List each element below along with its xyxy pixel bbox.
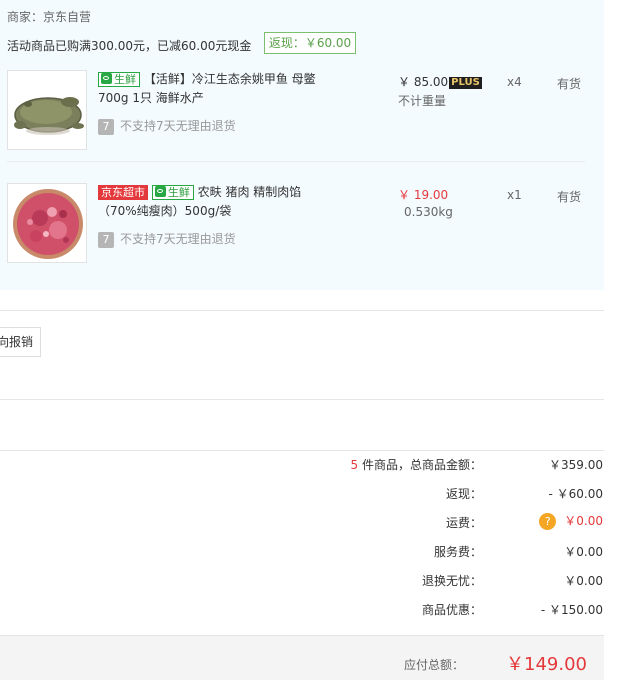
fish-icon <box>101 73 112 84</box>
stock-status: 有货 <box>557 77 582 91</box>
fresh-tag: 生鲜 <box>98 72 140 87</box>
item-title[interactable]: 生鲜 【活鲜】冷江生态余姚甲鱼 母鳖700g 1只 海鲜水产 <box>98 70 333 108</box>
no-7day-return-icon: 7 <box>98 231 114 248</box>
shipping-label: 运费： <box>445 516 482 530</box>
discount-label: 商品优惠： <box>421 603 482 617</box>
plus-badge: PLUS <box>449 77 482 89</box>
soft-shell-turtle-image[interactable] <box>7 70 87 150</box>
stock-status: 有货 <box>557 190 582 204</box>
shipping-value: ? ￥0.00 <box>539 512 603 530</box>
item-count-label: 5 件商品，总商品金额： <box>351 456 482 473</box>
minced-pork-image[interactable] <box>7 183 87 263</box>
item-count-suffix: 件商品，总商品金额： <box>358 458 482 472</box>
return-policy-text: 不支持7天无理由退货 <box>120 232 236 246</box>
item-price-value: ￥ 85.00 <box>398 75 449 89</box>
no-7day-return-icon: 7 <box>98 118 114 135</box>
order-items-panel: 商家：京东自营 活动商品已购满300.00元，已减60.00元现金 返现：￥60… <box>0 0 604 290</box>
cashback-badge: 返现：￥60.00 <box>264 32 356 54</box>
order-item: 京东超市 生鲜 农畉 猪肉 精制肉馅（70%纯瘦肉）500g/袋 7 不支持7天无… <box>0 183 604 293</box>
weight-note: 不计重量 <box>398 94 447 108</box>
promo-text: 活动商品已购满300.00元，已减60.00元现金 <box>7 39 252 53</box>
item-title[interactable]: 京东超市 生鲜 农畉 猪肉 精制肉馅（70%纯瘦肉）500g/袋 <box>98 183 333 221</box>
weight-value: 0.530kg <box>404 205 453 219</box>
service-fee-value: ￥0.00 <box>564 545 603 559</box>
payable-footer: 应付总额： ￥149.00 <box>0 635 604 680</box>
total-amount: ￥359.00 <box>549 458 603 472</box>
return-policy: 7 不支持7天无理由退货 <box>98 117 236 135</box>
order-item: 生鲜 【活鲜】冷江生态余姚甲鱼 母鳖700g 1只 海鲜水产 7 不支持7天无理由… <box>0 70 604 180</box>
turtle-illustration <box>8 71 86 149</box>
item-quantity: x1 <box>507 188 522 202</box>
return-insurance-value: ￥0.00 <box>564 574 603 588</box>
help-icon[interactable]: ? <box>539 513 557 530</box>
fish-icon <box>154 186 166 197</box>
cashback-value: - ￥60.00 <box>548 487 604 501</box>
item-price: ￥ 19.00 <box>398 188 449 202</box>
discount-value: - ￥150.00 <box>540 603 603 617</box>
payable-label: 应付总额： <box>403 658 464 672</box>
section-divider <box>0 450 604 451</box>
fresh-tag: 生鲜 <box>151 185 194 200</box>
jd-supermarket-tag: 京东超市 <box>98 185 148 200</box>
minced-pork-illustration <box>8 184 86 262</box>
service-fee-label: 服务费： <box>433 545 482 559</box>
item-divider <box>7 161 585 162</box>
return-policy: 7 不支持7天无理由退货 <box>98 230 236 248</box>
merchant-label: 商家：京东自营 <box>7 10 92 24</box>
section-divider <box>0 399 604 400</box>
return-policy-text: 不支持7天无理由退货 <box>120 119 236 133</box>
item-price: ￥ 85.00 PLUS <box>398 73 482 90</box>
shipping-fee: ￥0.00 <box>564 514 603 528</box>
return-insurance-label: 退换无忧： <box>421 574 482 588</box>
payable-total: ￥149.00 <box>506 654 587 675</box>
section-divider <box>0 310 604 311</box>
cashback-label: 返现： <box>445 487 482 501</box>
item-quantity: x4 <box>507 75 522 89</box>
expense-report-button[interactable]: 向报销 <box>0 327 41 357</box>
